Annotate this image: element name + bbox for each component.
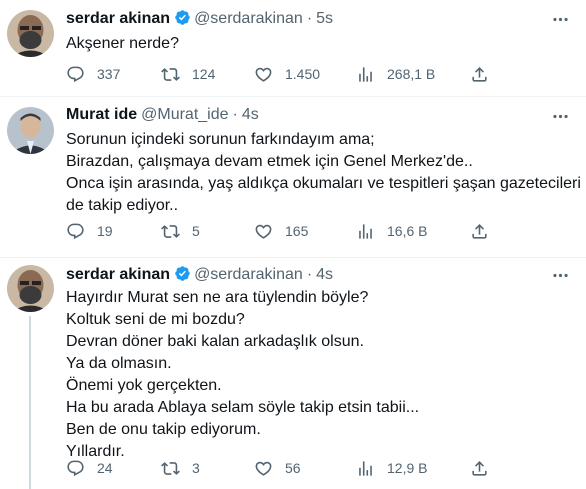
author-handle[interactable]: @Murat_ide	[141, 106, 228, 123]
tweet-line: Ya da olmasın.	[66, 355, 172, 372]
author-name[interactable]: serdar akinan	[66, 266, 170, 283]
author-handle[interactable]: @serdarakinan	[194, 266, 303, 283]
tweet-line: Ben de onu takip ediyorum.	[66, 421, 261, 438]
tweet-actions: 24 3 56 12,9 B	[66, 457, 496, 479]
tweet-line: Önemi yok gerçekten.	[66, 377, 222, 394]
reply-count: 337	[97, 66, 121, 82]
tweet-header: Murat ide @Murat_ide · 4s	[66, 106, 259, 124]
tweet-actions: 19 5 165 16,6 B	[66, 220, 496, 242]
views-icon	[359, 460, 372, 476]
avatar[interactable]	[7, 265, 54, 312]
avatar[interactable]	[7, 10, 54, 57]
timestamp[interactable]: 5s	[316, 10, 333, 27]
share-button[interactable]	[470, 63, 489, 85]
tweet-line: Koltuk seni de mi bozdu?	[66, 311, 245, 328]
separator: ·	[306, 10, 313, 27]
tweet[interactable]: serdar akinan @serdarakinan · 4s Hayırdır M…	[0, 258, 586, 489]
like-icon	[255, 67, 272, 82]
views-icon	[359, 66, 372, 82]
author-name[interactable]: serdar akinan	[66, 10, 170, 27]
tweet-line: Akşener nerde?	[66, 35, 179, 52]
tweet-line: Hayırdır Murat sen ne ara tüylendin böyl…	[66, 289, 369, 306]
retweet-button[interactable]: 3	[161, 457, 200, 479]
views-count: 268,1 B	[387, 66, 436, 82]
retweet-count: 124	[192, 66, 216, 82]
like-button[interactable]: 165	[254, 220, 308, 242]
like-count: 56	[285, 460, 301, 476]
tweet-text: Hayırdır Murat sen ne ara tüylendin böyl…	[66, 287, 571, 463]
share-button[interactable]	[470, 220, 489, 242]
tweet-actions: 337 124 1.450 268,1 B	[66, 63, 496, 85]
retweet-count: 3	[192, 460, 200, 476]
views-button[interactable]: 268,1 B	[356, 63, 435, 85]
retweet-icon	[161, 224, 180, 238]
share-icon	[472, 223, 487, 239]
reply-icon	[67, 66, 84, 82]
verified-badge-icon	[175, 10, 190, 25]
author-handle[interactable]: @serdarakinan	[194, 10, 303, 27]
reply-count: 19	[97, 223, 113, 239]
thread-line	[29, 316, 31, 489]
retweet-icon	[161, 461, 180, 475]
tweet-text: Sorunun içindeki sorunun farkındayım ama…	[66, 129, 581, 217]
like-count: 1.450	[285, 66, 321, 82]
tweet-line: Onca işin arasında, yaş aldıkça okumalar…	[66, 175, 581, 192]
retweet-button[interactable]: 5	[161, 220, 200, 242]
views-count: 16,6 B	[387, 223, 428, 239]
more-icon[interactable]	[550, 265, 570, 285]
tweet[interactable]: Murat ide @Murat_ide · 4s Sorunun içindeki …	[0, 97, 586, 258]
reply-button[interactable]: 24	[66, 457, 113, 479]
like-icon	[255, 461, 272, 476]
tweet-line: Ha bu arada Ablaya selam söyle takip ets…	[66, 399, 420, 416]
views-icon	[359, 223, 372, 239]
reply-count: 24	[97, 460, 113, 476]
like-button[interactable]: 1.450	[254, 63, 320, 85]
views-button[interactable]: 16,6 B	[356, 220, 427, 242]
timestamp[interactable]: 4s	[242, 106, 259, 123]
views-count: 12,9 B	[387, 460, 428, 476]
like-count: 165	[285, 223, 309, 239]
retweet-count: 5	[192, 223, 200, 239]
reply-icon	[67, 460, 84, 476]
retweet-icon	[161, 67, 180, 81]
more-icon[interactable]	[550, 9, 570, 29]
retweet-button[interactable]: 124	[161, 63, 215, 85]
tweet-header: serdar akinan @serdarakinan · 4s	[66, 265, 333, 284]
avatar[interactable]	[7, 107, 54, 154]
author-name[interactable]: Murat ide	[66, 106, 137, 123]
tweet-line: Sorunun içindeki sorunun farkındayım ama…	[66, 131, 375, 148]
like-icon	[255, 224, 272, 239]
more-icon[interactable]	[550, 106, 570, 126]
timestamp[interactable]: 4s	[316, 266, 333, 283]
tweet-line: Devran döner baki kalan arkadaşlık olsun…	[66, 333, 364, 350]
verified-badge-icon	[175, 266, 190, 281]
tweet-line: de takip ediyor..	[66, 197, 179, 214]
tweet-line: Birazdan, çalışmaya devam etmek için Gen…	[66, 153, 473, 170]
separator: ·	[306, 266, 313, 283]
reply-icon	[67, 223, 84, 239]
share-icon	[472, 66, 487, 82]
tweet[interactable]: serdar akinan @serdarakinan · 5s Akşener ne…	[0, 0, 586, 97]
share-icon	[472, 460, 487, 476]
reply-button[interactable]: 337	[66, 63, 120, 85]
tweet-text: Akşener nerde?	[66, 33, 571, 55]
share-button[interactable]	[470, 457, 489, 479]
separator: ·	[232, 106, 238, 123]
reply-button[interactable]: 19	[66, 220, 113, 242]
like-button[interactable]: 56	[254, 457, 301, 479]
views-button[interactable]: 12,9 B	[356, 457, 427, 479]
tweet-header: serdar akinan @serdarakinan · 5s	[66, 9, 333, 28]
